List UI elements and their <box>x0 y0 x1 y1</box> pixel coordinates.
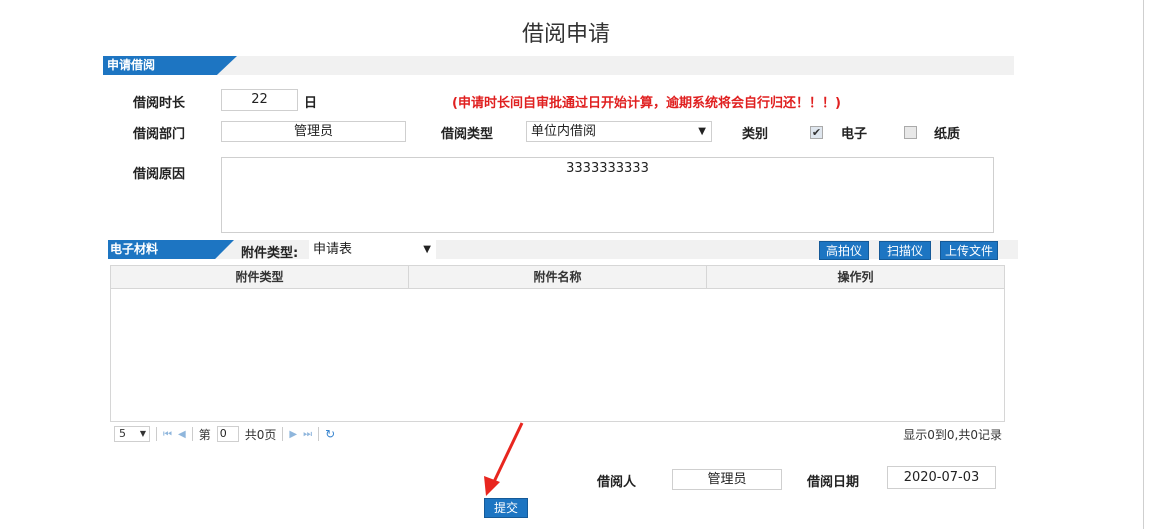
column-header-attach-type[interactable]: 附件类型 <box>111 266 409 288</box>
type-label: 借阅类型 <box>441 127 494 142</box>
dept-label: 借阅部门 <box>133 127 186 142</box>
last-page-icon[interactable]: ⏭ <box>303 429 312 440</box>
next-page-icon[interactable]: ▶ <box>289 429 297 440</box>
first-page-icon[interactable]: ⏮ <box>163 429 172 440</box>
refresh-icon[interactable]: ↻ <box>325 427 335 441</box>
attach-type-select[interactable]: 申请表 ▼ <box>309 240 436 260</box>
window-border <box>1143 0 1144 529</box>
type-select-value: 单位内借阅 <box>531 124 597 139</box>
electronic-label: 电子 <box>841 127 868 142</box>
attach-type-value: 申请表 <box>313 242 353 257</box>
apply-section-header: 申请借阅 <box>103 56 1014 75</box>
duration-label: 借阅时长 <box>133 96 186 111</box>
page-title: 借阅申请 <box>521 22 610 47</box>
chevron-down-icon: ▼ <box>423 244 431 255</box>
pager: 5 ▼ ⏮ ◀ 第 0 共0页 ▶ ⏭ ↻ 显示0到0,共0记录 <box>114 425 1002 443</box>
paper-label: 纸质 <box>934 127 961 142</box>
scanner-button[interactable]: 扫描仪 <box>879 241 931 260</box>
apply-section-tab: 申请借阅 <box>103 56 237 75</box>
pager-separator <box>318 427 320 441</box>
reason-label: 借阅原因 <box>133 167 186 182</box>
borrower-input[interactable]: 管理员 <box>672 469 782 490</box>
pager-separator <box>191 427 193 441</box>
chevron-down-icon: ▼ <box>698 126 706 137</box>
column-header-attach-name[interactable]: 附件名称 <box>409 266 707 288</box>
scanner-hd-button[interactable]: 高拍仪 <box>819 241 869 260</box>
attachments-table: 附件类型 附件名称 操作列 <box>110 265 1005 422</box>
column-header-actions[interactable]: 操作列 <box>707 266 1004 288</box>
dept-input[interactable]: 管理员 <box>221 121 406 142</box>
electronic-checkbox[interactable]: ✔ <box>810 126 823 139</box>
prev-page-icon[interactable]: ◀ <box>178 429 186 440</box>
chevron-down-icon: ▼ <box>139 429 146 438</box>
page-number-input[interactable]: 0 <box>216 426 239 442</box>
page-total: 共0页 <box>244 427 277 442</box>
materials-section-tab: 电子材料 <box>108 240 234 259</box>
page-size-select[interactable]: 5 ▼ <box>114 426 150 442</box>
attachments-table-header: 附件类型 附件名称 操作列 <box>111 266 1004 289</box>
submit-button[interactable]: 提交 <box>484 498 528 518</box>
page-size-value: 5 <box>119 427 126 440</box>
category-label: 类别 <box>742 127 769 142</box>
borrower-label: 借阅人 <box>597 475 637 490</box>
page-prefix: 第 <box>198 427 211 442</box>
upload-file-button[interactable]: 上传文件 <box>940 241 998 260</box>
pager-separator <box>282 427 284 441</box>
paper-checkbox[interactable] <box>904 126 917 139</box>
duration-input[interactable]: 22 <box>221 89 298 111</box>
annotation-arrow-icon <box>484 422 524 496</box>
attach-type-label: 附件类型: <box>241 246 299 261</box>
duration-notice: (申请时长间自审批通过日开始计算，逾期系统将会自行归还！！！) <box>452 96 841 111</box>
duration-unit: 日 <box>304 96 318 111</box>
date-label: 借阅日期 <box>807 475 860 490</box>
date-input[interactable]: 2020-07-03 <box>887 466 996 489</box>
type-select[interactable]: 单位内借阅 ▼ <box>526 121 712 142</box>
pager-separator <box>156 427 157 441</box>
pager-summary: 显示0到0,共0记录 <box>903 427 1002 442</box>
reason-textarea[interactable]: 3333333333 <box>221 157 994 233</box>
